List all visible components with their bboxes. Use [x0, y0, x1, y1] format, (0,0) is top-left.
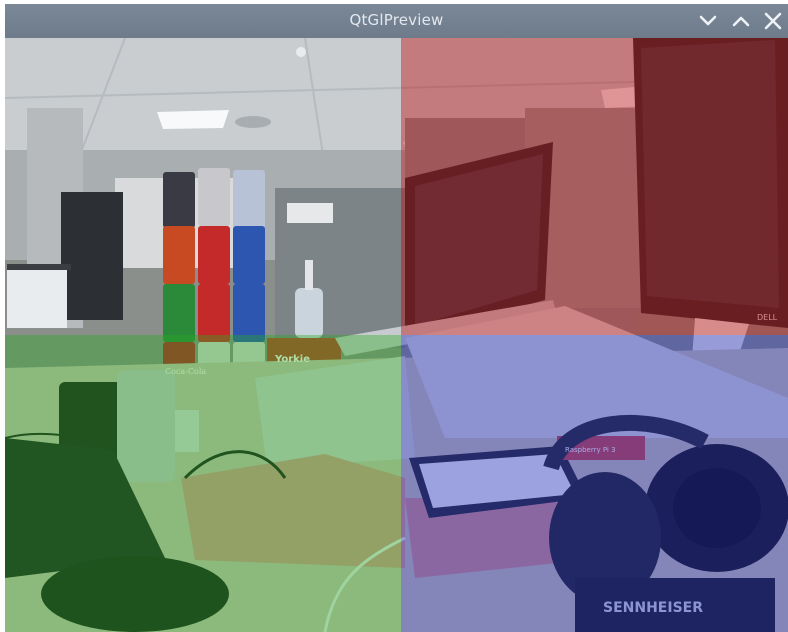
window-title: QtGlPreview	[349, 11, 444, 29]
minimize-button[interactable]	[695, 8, 721, 34]
overlay-bottom-left-green	[5, 335, 401, 632]
camera-preview: SENNHEISER Raspberry Pi 3 Yorkie Coca-Co…	[5, 38, 788, 632]
qtglpreview-window: QtGlPreview SENNHEISER Raspberry Pi 3 Yo…	[5, 4, 788, 632]
overlay-top-left	[5, 38, 401, 335]
close-icon	[764, 12, 782, 30]
chevron-up-icon	[732, 16, 750, 27]
chevron-down-icon	[699, 15, 717, 26]
overlay-top-right-red	[401, 38, 788, 335]
maximize-button[interactable]	[728, 8, 754, 34]
close-button[interactable]	[760, 8, 786, 34]
title-bar[interactable]: QtGlPreview	[5, 4, 788, 38]
overlay-bottom-right-blue	[401, 335, 788, 632]
